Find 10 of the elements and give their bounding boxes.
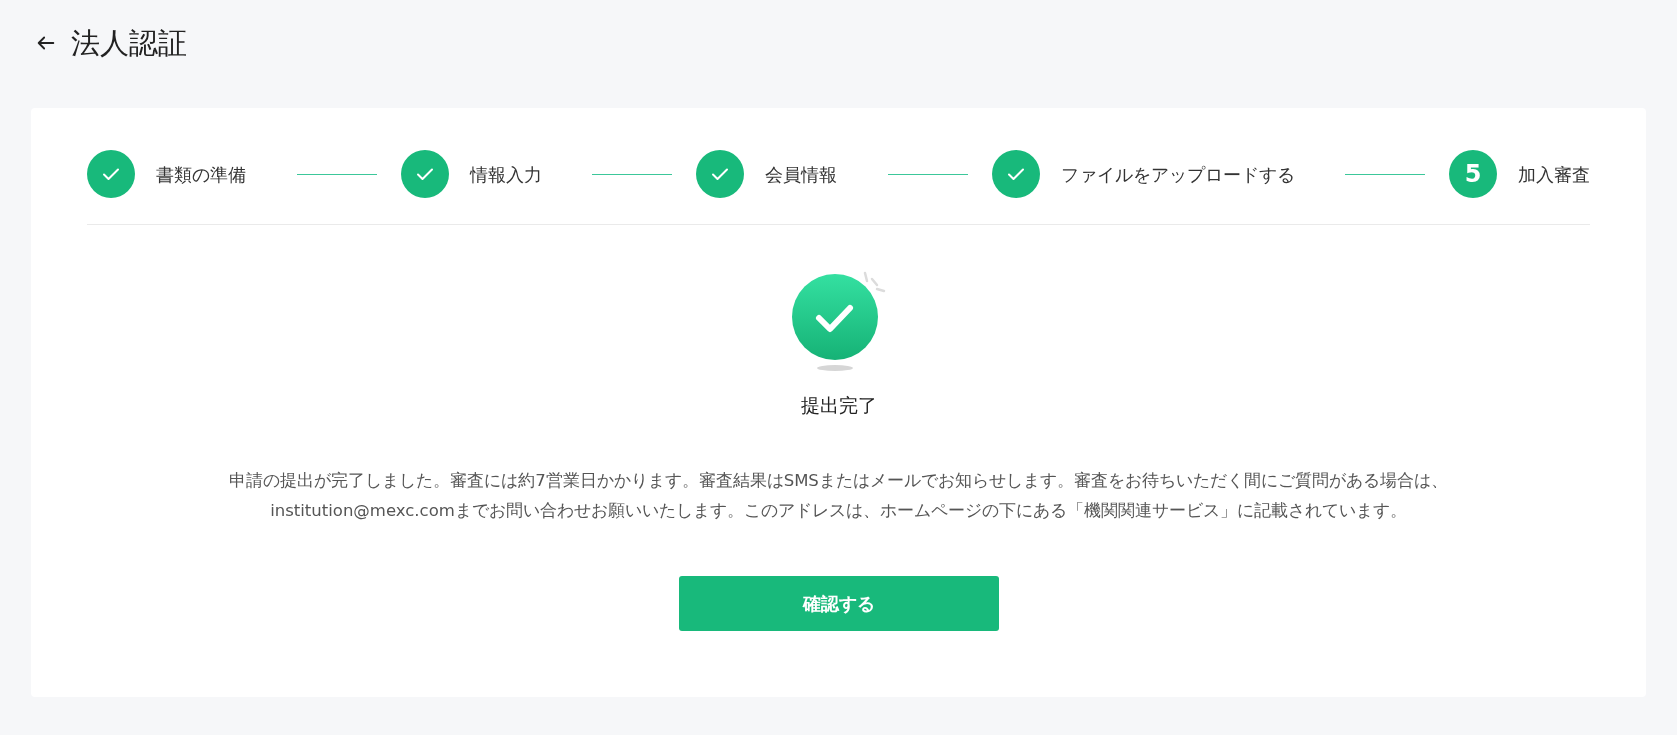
result-message: 申請の提出が完了しました。審査には約7営業日かかります。審査結果はSMSまたはメールでお知らせします。審査をお待ちいただく間にご質問がある場合は、institution@mexc.comまでお問い合わせお願いいたします。このアドレスは、ホームページの下にある「機関関連サービス」に記載されています。 <box>228 469 1449 522</box>
step-label: 情報入力 <box>469 162 542 187</box>
step-label: 会員情報 <box>765 162 837 187</box>
page-title: 法人認証 <box>71 28 187 58</box>
step-label: 加入審査 <box>1518 162 1590 187</box>
confirm-button[interactable]: 確認する <box>678 575 999 631</box>
step-label: ファイルをアップロードする <box>1060 162 1295 187</box>
result-title: 提出完了 <box>800 393 877 418</box>
step-number: 5 <box>1449 150 1497 198</box>
step-label: 書類の準備 <box>156 162 246 187</box>
